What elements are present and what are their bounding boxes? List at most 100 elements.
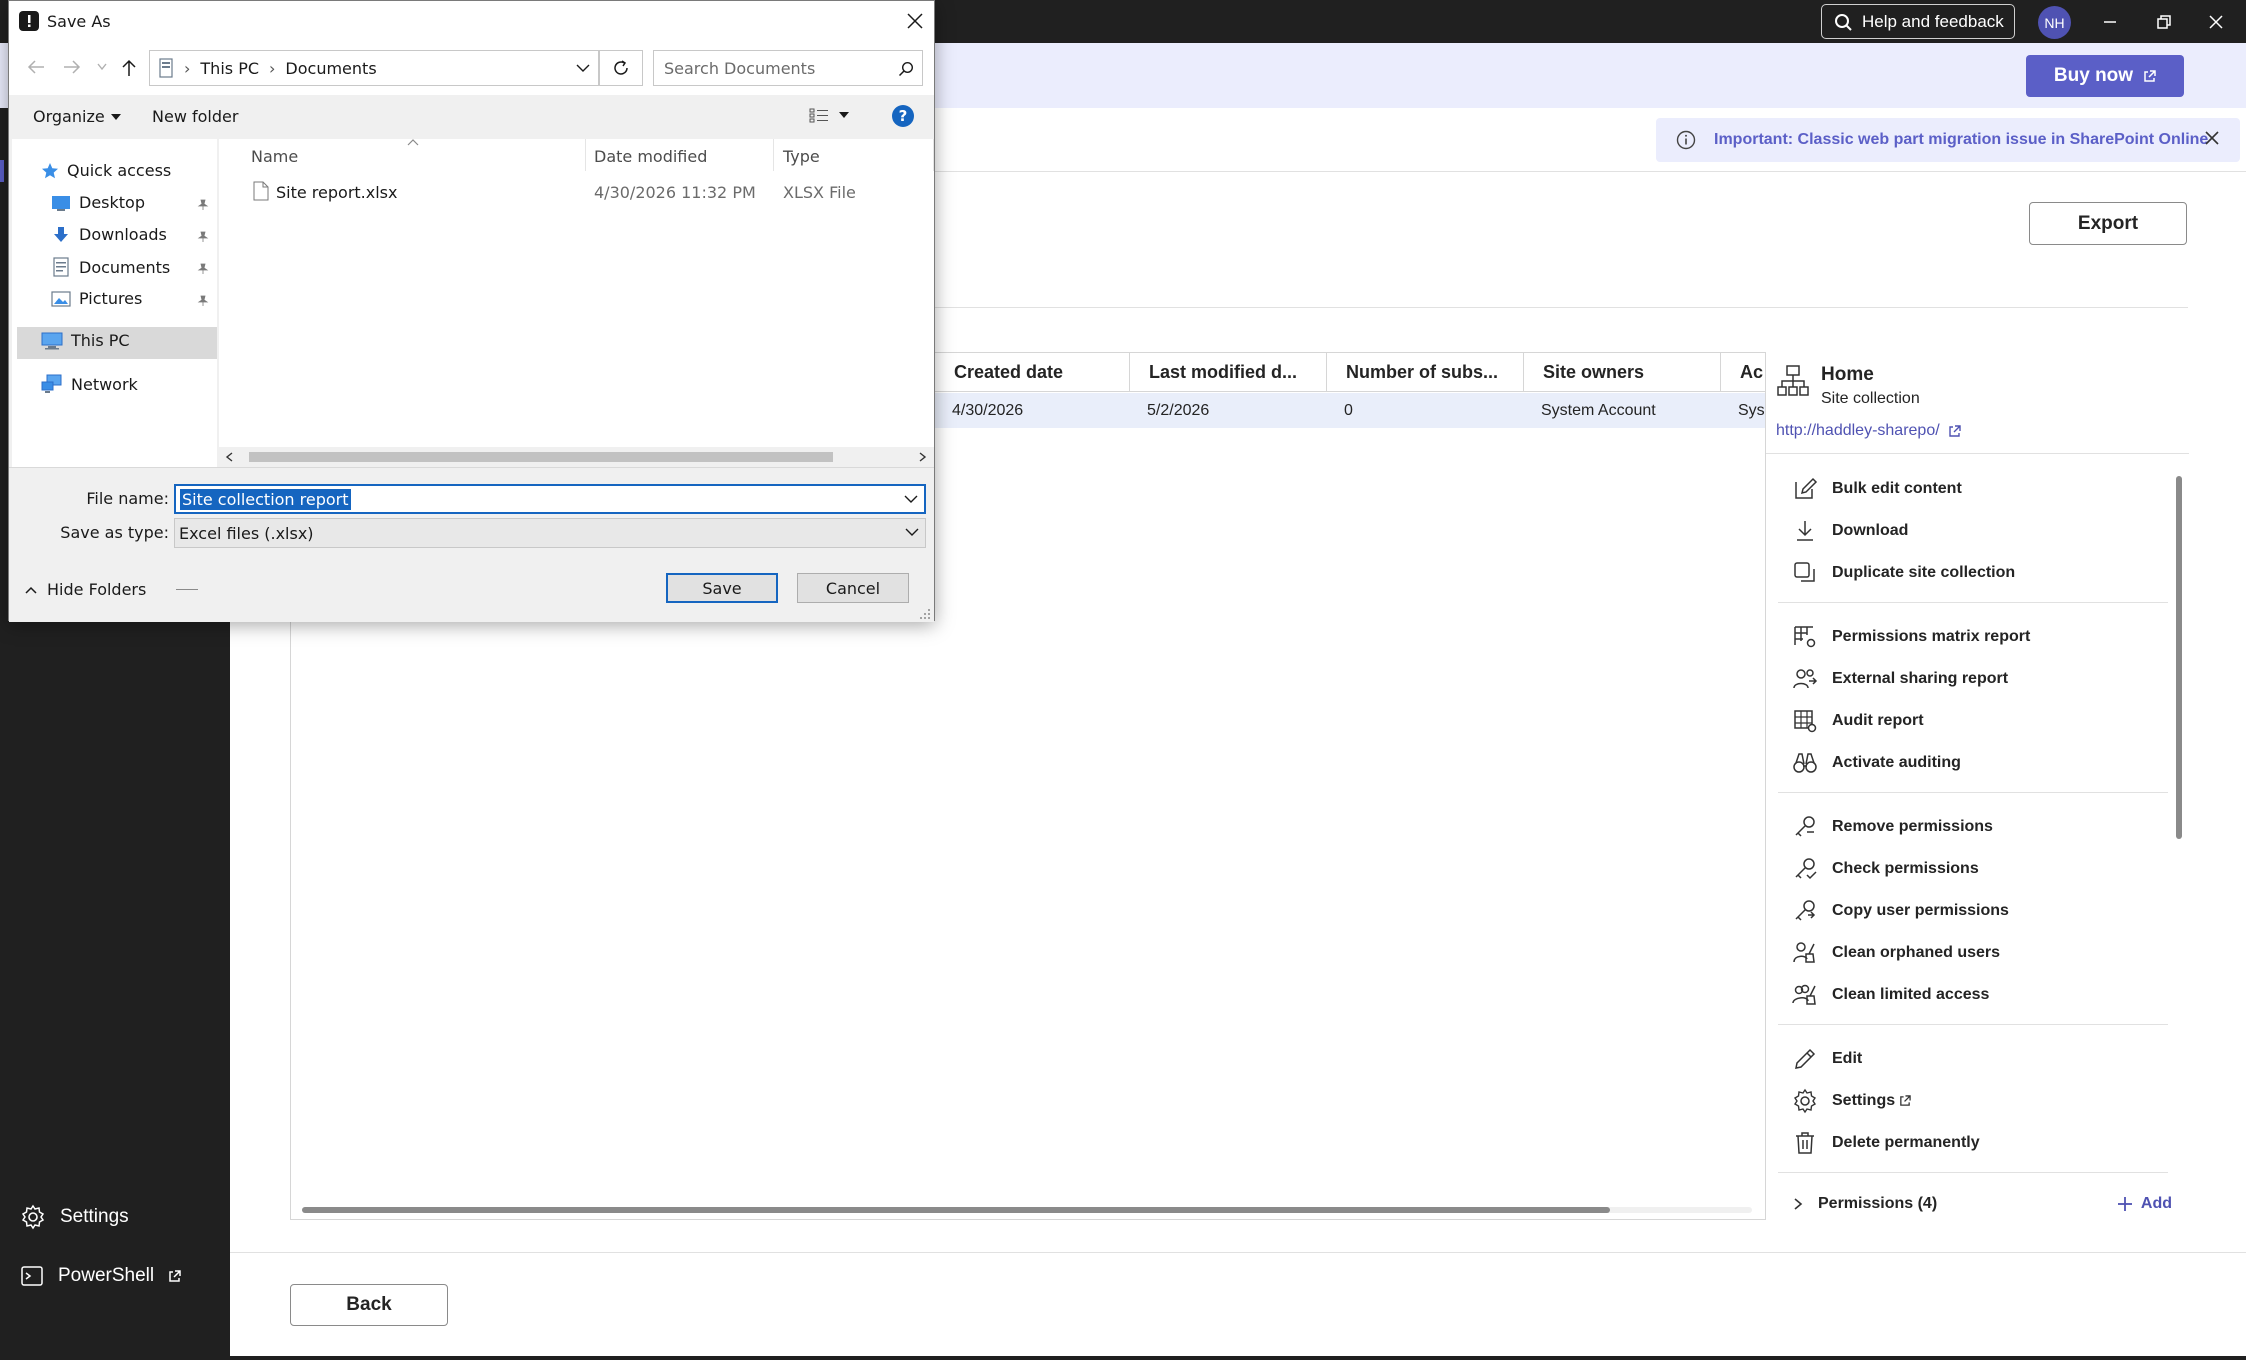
caret-down-icon <box>110 113 121 120</box>
chevron-down-icon[interactable] <box>904 494 918 504</box>
file-type: XLSX File <box>783 183 856 202</box>
file-row[interactable]: Site report.xlsx 4/30/2026 11:32 PM XLSX… <box>219 177 919 207</box>
divider <box>1778 602 2168 603</box>
panel-scrollbar[interactable] <box>2176 476 2182 839</box>
col-created-date[interactable]: Created date <box>935 352 1130 392</box>
action-check-permissions[interactable]: Check permissions <box>1792 856 1979 882</box>
action-download[interactable]: Download <box>1792 518 1908 544</box>
export-button[interactable]: Export <box>2029 202 2187 245</box>
tree-label: Network <box>71 374 138 394</box>
file-name-input[interactable]: Site collection report <box>174 484 926 514</box>
notice-text[interactable]: Important: Classic web part migration is… <box>1714 131 2208 149</box>
permissions-section[interactable]: Permissions (4) Add <box>1792 1195 2172 1213</box>
address-bar[interactable]: › This PC › Documents <box>149 50 599 86</box>
help-feedback-button[interactable]: Help and feedback <box>1821 4 2015 39</box>
pin-icon[interactable] <box>197 199 209 211</box>
tree-pictures[interactable]: Pictures <box>51 289 142 308</box>
up-arrow-button[interactable] <box>121 59 137 77</box>
col-site-owners[interactable]: Site owners <box>1524 352 1721 392</box>
tree-this-pc[interactable]: This PC <box>41 331 130 350</box>
address-dropdown[interactable] <box>576 63 590 73</box>
action-bulk-edit-content[interactable]: Bulk edit content <box>1792 476 1962 502</box>
action-activate-auditing[interactable]: Activate auditing <box>1792 750 1961 776</box>
change-view-button[interactable] <box>809 107 849 123</box>
hide-folders-button[interactable]: Hide Folders <box>25 580 199 599</box>
column-separator[interactable] <box>773 139 774 171</box>
pin-icon[interactable] <box>197 263 209 275</box>
cancel-button[interactable]: Cancel <box>797 573 909 603</box>
buy-now-label: Buy now <box>2053 65 2134 86</box>
back-arrow-button[interactable] <box>27 59 45 75</box>
action-permissions-matrix-report[interactable]: Permissions matrix report <box>1792 624 2030 650</box>
col-activity[interactable]: Ac <box>1721 352 1765 392</box>
save-button[interactable]: Save <box>666 573 778 603</box>
star-icon <box>42 162 58 178</box>
action-copy-user-permissions[interactable]: Copy user permissions <box>1792 898 2009 924</box>
search-documents-field[interactable]: Search Documents <box>653 50 923 86</box>
avatar[interactable]: NH <box>2038 6 2071 39</box>
pin-icon[interactable] <box>197 295 209 307</box>
close-icon <box>2209 15 2223 29</box>
action-duplicate-site-collection[interactable]: Duplicate site collection <box>1792 560 2015 586</box>
cell-activity: Sys <box>1738 401 1765 419</box>
action-remove-permissions[interactable]: Remove permissions <box>1792 814 1993 840</box>
notice-close-button[interactable] <box>2204 130 2220 146</box>
site-url-link[interactable]: http://haddley-sharepo/ <box>1776 422 1961 440</box>
action-label: Copy user permissions <box>1832 902 2009 919</box>
tree-network[interactable]: Network <box>41 374 138 394</box>
column-name[interactable]: Name <box>251 147 298 166</box>
save-as-type-select[interactable]: Excel files (.xlsx) <box>174 518 926 548</box>
refresh-icon <box>614 60 628 75</box>
help-icon[interactable]: ? <box>892 105 914 127</box>
close-window-button[interactable] <box>2196 6 2236 38</box>
nav-powershell[interactable]: PowerShell <box>20 1264 181 1288</box>
organize-menu[interactable]: Organize <box>33 107 121 126</box>
scrollbar-thumb[interactable] <box>249 452 833 462</box>
nav-settings[interactable]: Settings <box>20 1204 129 1230</box>
divider <box>1766 453 2189 454</box>
minimize-button[interactable] <box>2090 6 2130 38</box>
scrollbar-thumb[interactable] <box>302 1207 1610 1213</box>
new-folder-button[interactable]: New folder <box>152 107 238 126</box>
search-icon <box>1835 13 1852 31</box>
arrow-left-icon <box>27 60 44 74</box>
add-permission-button[interactable]: Add <box>2117 1195 2172 1213</box>
action-settings[interactable]: Settings <box>1792 1088 1911 1114</box>
column-separator[interactable] <box>585 139 586 171</box>
action-clean-orphaned-users[interactable]: Clean orphaned users <box>1792 940 2000 966</box>
file-list-scrollbar[interactable] <box>219 447 934 467</box>
forward-arrow-button[interactable] <box>63 59 81 75</box>
action-audit-report[interactable]: Audit report <box>1792 708 1924 734</box>
col-number-of-subsites[interactable]: Number of subs... <box>1327 352 1524 392</box>
dialog-title-bar[interactable]: Save As <box>9 1 934 41</box>
column-type[interactable]: Type <box>783 147 820 166</box>
grid-horizontal-scrollbar[interactable] <box>302 1207 1752 1213</box>
pin-icon[interactable] <box>197 231 209 243</box>
tree-desktop[interactable]: Desktop <box>51 193 145 212</box>
back-button[interactable]: Back <box>290 1284 448 1326</box>
restore-button[interactable] <box>2144 6 2184 38</box>
tree-downloads[interactable]: Downloads <box>51 225 167 244</box>
column-date-modified[interactable]: Date modified <box>594 147 707 166</box>
col-last-modified[interactable]: Last modified d... <box>1130 352 1327 392</box>
refresh-button[interactable] <box>599 50 643 86</box>
column-separator[interactable] <box>933 139 934 171</box>
buy-now-button[interactable]: Buy now <box>2026 55 2184 97</box>
search-placeholder: Search Documents <box>664 58 816 78</box>
tree-quick-access[interactable]: Quick access <box>41 161 171 180</box>
dialog-close-button[interactable] <box>903 9 927 33</box>
breadcrumb-this-pc[interactable]: This PC <box>200 59 259 78</box>
action-clean-limited-access[interactable]: Clean limited access <box>1792 982 1989 1008</box>
action-delete-permanently[interactable]: Delete permanently <box>1792 1130 1980 1156</box>
scroll-right-icon[interactable] <box>919 452 927 462</box>
nav-settings-label: Settings <box>60 1206 129 1227</box>
resize-grip-icon[interactable] <box>919 608 931 620</box>
table-row[interactable]: 4/30/2026 5/2/2026 0 System Account Sys <box>935 393 1765 428</box>
action-edit[interactable]: Edit <box>1792 1046 1862 1072</box>
breadcrumb-documents[interactable]: Documents <box>285 59 376 78</box>
tree-documents[interactable]: Documents <box>51 257 170 277</box>
action-label: External sharing report <box>1832 670 2009 687</box>
scroll-left-icon[interactable] <box>225 452 233 462</box>
recent-locations-button[interactable] <box>97 63 107 71</box>
action-external-sharing-report[interactable]: External sharing report <box>1792 666 2008 692</box>
